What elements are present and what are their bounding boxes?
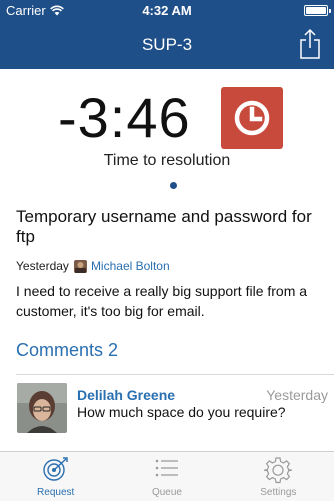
ticket-meta: Yesterday Michael Bolton	[16, 259, 170, 273]
tab-settings[interactable]: Settings	[223, 452, 334, 501]
author-link[interactable]: Michael Bolton	[91, 259, 170, 273]
battery-icon	[304, 5, 331, 16]
timer-section: -3:46	[0, 87, 334, 149]
status-bar: Carrier 4:32 AM	[0, 0, 334, 20]
ticket-date: Yesterday	[16, 259, 69, 273]
comments-label: Comments	[16, 340, 104, 360]
timer-label: Time to resolution	[103, 152, 231, 169]
list-icon	[155, 459, 178, 477]
comment-text: How much space do you require?	[77, 404, 286, 420]
share-icon[interactable]	[298, 28, 322, 60]
page-title: SUP-3	[141, 35, 193, 54]
gear-icon	[264, 457, 293, 484]
tab-queue[interactable]: Queue	[111, 452, 222, 501]
ticket-title: Temporary username and password for ftp	[16, 207, 312, 246]
comment-time: Yesterday	[266, 387, 328, 403]
tab-queue-label: Queue	[151, 487, 182, 498]
page-indicator-dot[interactable]	[170, 182, 177, 189]
tab-settings-label: Settings	[260, 487, 297, 498]
author-avatar	[73, 259, 87, 273]
nav-bar: Carrier 4:32 AM SUP-3	[0, 0, 334, 69]
timer-badge	[221, 87, 283, 149]
status-time: 4:32 AM	[142, 3, 192, 18]
comments-count: 2	[108, 340, 119, 360]
comments-header[interactable]: Comments 2	[16, 340, 118, 361]
timer-value: -3:46	[58, 86, 191, 149]
tab-request[interactable]: Request	[0, 452, 111, 501]
comment-author[interactable]: Delilah Greene	[77, 387, 175, 403]
clock-icon	[234, 100, 270, 136]
ticket-description: I need to receive a really big support f…	[16, 283, 308, 319]
target-icon	[42, 457, 68, 481]
tab-request-label: Request	[37, 487, 75, 498]
tab-bar: Request Queue Settings	[0, 451, 334, 501]
comment-item[interactable]: Delilah Greene Yesterday How much space …	[0, 375, 334, 439]
commenter-avatar	[17, 383, 67, 433]
